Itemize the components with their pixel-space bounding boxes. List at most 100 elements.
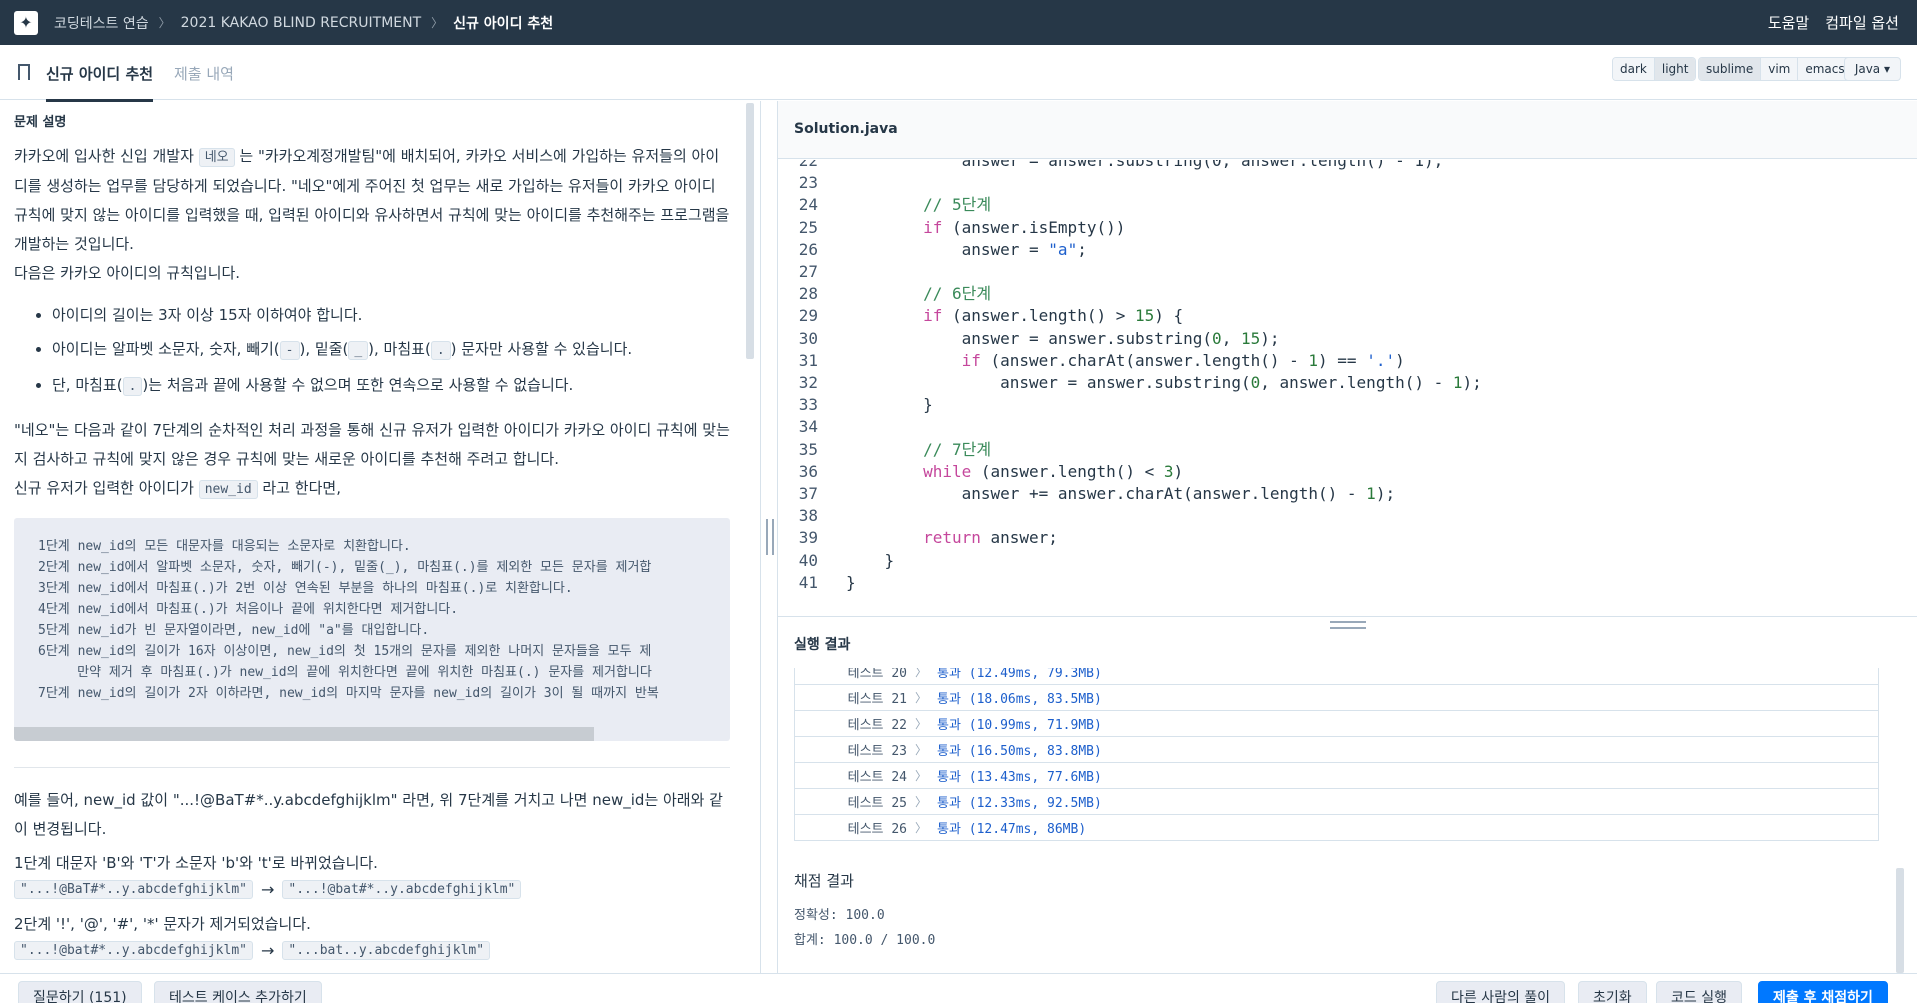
- drag-handle-icon[interactable]: [766, 519, 774, 555]
- steps-code-block: 1단계 new_id의 모든 대문자를 대응되는 소문자로 치환합니다. 2단계…: [14, 518, 730, 741]
- test-name: 테스트 25: [847, 796, 907, 811]
- horizontal-scrollbar[interactable]: [14, 727, 594, 741]
- panel-splitter[interactable]: [760, 101, 778, 973]
- keymap-vim-button[interactable]: vim: [1761, 58, 1799, 80]
- line-number: 29: [798, 306, 818, 326]
- code-line[interactable]: 33 }: [778, 394, 933, 416]
- chevron-right-icon: 〉: [915, 795, 928, 809]
- line-number: 24: [798, 195, 818, 215]
- code-line[interactable]: 34: [778, 416, 846, 438]
- code-line[interactable]: 40 }: [778, 550, 894, 572]
- submit-button[interactable]: 제출 후 채점하기: [1758, 981, 1888, 1003]
- breadcrumb-kakao[interactable]: 2021 KAKAO BLIND RECRUITMENT: [181, 15, 422, 31]
- code-line[interactable]: 32 answer = answer.substring(0, answer.l…: [778, 372, 1482, 394]
- keymap-sublime-button[interactable]: sublime: [1699, 58, 1762, 80]
- example-from: "...!@bat#*..y.abcdefghijklm": [14, 941, 253, 960]
- inline-code: new_id: [198, 480, 258, 499]
- resize-handle-icon[interactable]: [1330, 621, 1366, 629]
- line-number: 41: [798, 572, 818, 592]
- programmers-logo-icon[interactable]: ✦: [14, 10, 38, 35]
- test-result: 통과 (18.06ms, 83.5MB): [937, 692, 1102, 707]
- code-line[interactable]: 27: [778, 261, 846, 283]
- code-line[interactable]: 39 return answer;: [778, 527, 1058, 549]
- line-number: 33: [798, 395, 818, 415]
- theme-toggle: dark light: [1612, 57, 1697, 81]
- keymap-toggle: sublime vim emacs: [1698, 57, 1853, 81]
- question-button[interactable]: 질문하기 (151): [18, 981, 142, 1003]
- line-number: 36: [798, 461, 818, 481]
- code-line[interactable]: 31 if (answer.charAt(answer.length() - 1…: [778, 350, 1405, 372]
- chevron-right-icon: 〉: [915, 717, 928, 731]
- code-text: }: [846, 395, 933, 415]
- chevron-right-icon: 〉: [431, 16, 444, 30]
- code-text: if (answer.isEmpty()): [923, 217, 1126, 237]
- test-result-row: 테스트 23 〉 통과 (16.50ms, 83.8MB): [795, 736, 1878, 762]
- vertical-scrollbar[interactable]: [1896, 868, 1904, 973]
- language-select[interactable]: Java ▾: [1843, 57, 1901, 81]
- vertical-scrollbar[interactable]: [746, 103, 754, 359]
- code-line[interactable]: 28 // 6단계: [778, 283, 991, 305]
- chevron-right-icon: 〉: [915, 821, 928, 835]
- step-line: 2단계 new_id에서 알파벳 소문자, 숫자, 빼기(-), 밑줄(_), …: [38, 560, 652, 575]
- reset-button[interactable]: 초기화: [1578, 981, 1647, 1003]
- compile-options-link[interactable]: 컴파일 옵션: [1825, 12, 1899, 33]
- code-line[interactable]: 26 answer = "a";: [778, 239, 1087, 261]
- tab-submissions[interactable]: 제출 내역: [174, 63, 234, 84]
- line-number: 26: [798, 239, 818, 259]
- process-text: "네오"는 다음과 같이 7단계의 순차적인 처리 과정을 통해 신규 유저가 …: [14, 421, 730, 468]
- inline-code: -: [279, 341, 300, 360]
- rule-text: 아이디는 알파벳 소문자, 숫자, 빼기(: [52, 340, 280, 358]
- test-name: 테스트 22: [847, 718, 907, 733]
- add-testcase-button[interactable]: 테스트 케이스 추가하기: [154, 981, 322, 1003]
- rules-list: 아이디의 길이는 3자 이상 15자 이하여야 합니다. 아이디는 알파벳 소문…: [52, 298, 730, 404]
- test-result: 통과 (12.49ms, 79.3MB): [937, 668, 1102, 681]
- rule-item: 아이디의 길이는 3자 이상 15자 이하여야 합니다.: [52, 298, 730, 332]
- bottom-action-bar: 질문하기 (151) 테스트 케이스 추가하기 다른 사람의 풀이 초기화 코드…: [0, 973, 1917, 1003]
- divider: [14, 767, 730, 768]
- code-text: answer += answer.charAt(answer.length() …: [846, 484, 1396, 503]
- run-code-button[interactable]: 코드 실행: [1656, 981, 1742, 1003]
- code-text: if (answer.length() > 15) {: [923, 306, 1184, 326]
- code-line[interactable]: 23: [778, 172, 846, 194]
- accuracy-score: 정확성: 100.0: [794, 908, 885, 923]
- step-line: 4단계 new_id에서 마침표(.)가 처음이나 끝에 위치한다면 제거합니다…: [38, 602, 459, 617]
- example-to: "...!@bat#*..y.abcdefghijklm": [282, 880, 522, 899]
- code-line[interactable]: 37 answer += answer.charAt(answer.length…: [778, 483, 1395, 505]
- code-text: // 7단계: [923, 439, 992, 459]
- line-number: 34: [798, 417, 818, 437]
- process-text: 신규 유저가 입력한 아이디가: [14, 479, 199, 497]
- section-title: 문제 설명: [14, 115, 67, 130]
- code-editor[interactable]: 22 answer = answer.substring(0, answer.l…: [778, 160, 1917, 616]
- line-number: 32: [798, 373, 818, 392]
- code-line[interactable]: 29 if (answer.length() > 15) {: [778, 305, 1183, 327]
- test-name: 테스트 24: [847, 770, 907, 785]
- code-line[interactable]: 30 answer = answer.substring(0, 15);: [778, 328, 1280, 350]
- step-line: 5단계 new_id가 빈 문자열이라면, new_id에 "a"를 대입합니다…: [38, 623, 430, 638]
- arrow-right-icon: →: [260, 941, 275, 960]
- code-text: // 5단계: [923, 195, 992, 215]
- rule-text: )는 처음과 끝에 사용할 수 없으며 또한 연속으로 사용할 수 없습니다.: [142, 376, 574, 394]
- results-title: 실행 결과: [794, 637, 851, 653]
- bookmark-icon[interactable]: [18, 64, 30, 80]
- others-solution-button[interactable]: 다른 사람의 풀이: [1436, 981, 1566, 1003]
- code-line[interactable]: 38: [778, 505, 846, 527]
- example-step-1-desc: 1단계 대문자 'B'와 'T'가 소문자 'b'와 't'로 바뀌었습니다.: [14, 854, 378, 872]
- code-line[interactable]: 41}: [778, 572, 856, 594]
- test-result: 통과 (12.33ms, 92.5MB): [937, 796, 1102, 811]
- step-line: 만약 제거 후 마침표(.)가 new_id의 끝에 위치한다면 끝에 위치한 …: [38, 665, 652, 680]
- test-result: 통과 (16.50ms, 83.8MB): [937, 744, 1102, 759]
- theme-light-button[interactable]: light: [1654, 58, 1696, 80]
- help-link[interactable]: 도움말: [1768, 12, 1809, 33]
- tab-problem[interactable]: 신규 아이디 추천: [46, 63, 154, 102]
- code-line[interactable]: 36 while (answer.length() < 3): [778, 461, 1183, 483]
- code-line[interactable]: 35 // 7단계: [778, 439, 991, 461]
- results-panel: 테스트 20 〉 통과 (12.49ms, 79.3MB) 테스트 21 〉 통과 (18…: [778, 668, 1917, 973]
- code-line[interactable]: 24 // 5단계: [778, 194, 991, 216]
- code-line[interactable]: 22 answer = answer.substring(0, answer.l…: [778, 160, 1444, 172]
- theme-dark-button[interactable]: dark: [1613, 58, 1655, 80]
- test-name: 테스트 23: [847, 744, 907, 759]
- results-table: 테스트 20 〉 통과 (12.49ms, 79.3MB) 테스트 21 〉 통과 (18…: [794, 668, 1879, 841]
- breadcrumb-coding-test[interactable]: 코딩테스트 연습: [54, 13, 149, 33]
- chevron-right-icon: 〉: [158, 16, 171, 30]
- code-line[interactable]: 25 if (answer.isEmpty()): [778, 217, 1126, 239]
